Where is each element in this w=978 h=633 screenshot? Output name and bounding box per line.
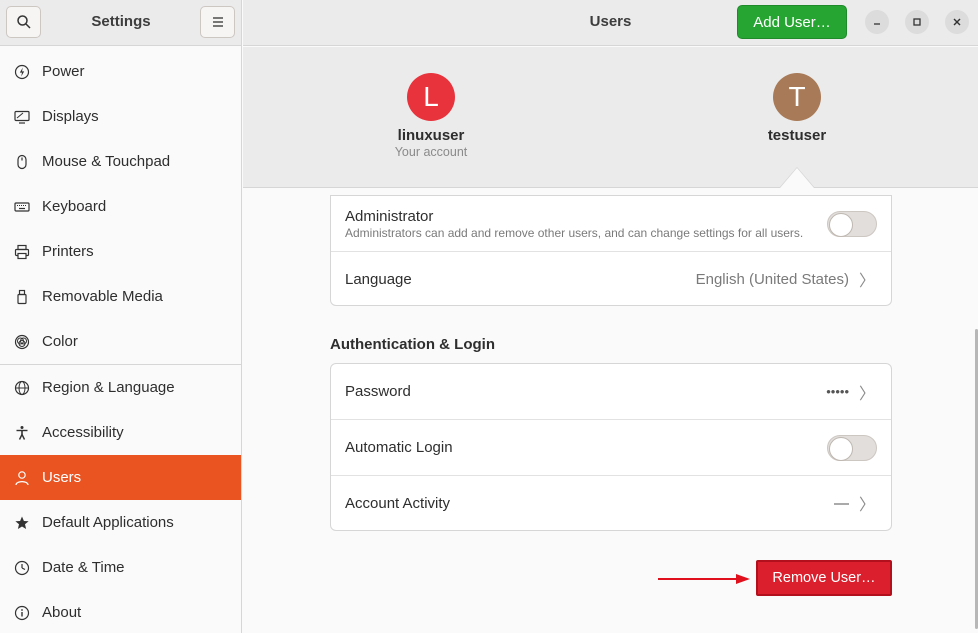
hamburger-menu-icon [212, 17, 223, 27]
avatar: L [407, 73, 455, 121]
account-panel: Administrator Administrators can add and… [330, 195, 892, 306]
sidebar: Settings Power Displays Mouse & Touchpad… [0, 0, 242, 633]
selection-pointer [780, 168, 814, 188]
user-card-linuxuser[interactable]: L linuxuser Your account [351, 73, 511, 159]
main-header: Users Add User… [243, 0, 978, 46]
sidebar-item-users[interactable]: Users [0, 455, 241, 500]
star-icon [14, 515, 30, 531]
close-button[interactable] [945, 10, 969, 34]
account-activity-label: Account Activity [345, 494, 451, 512]
sidebar-item-label: Printers [42, 243, 94, 260]
sidebar-item-label: Accessibility [42, 424, 124, 441]
sidebar-item-about[interactable]: About [0, 590, 241, 633]
sidebar-item-power[interactable]: Power [0, 49, 241, 94]
maximize-button[interactable] [905, 10, 929, 34]
chevron-right-icon: 〉 [858, 497, 875, 514]
language-value: English (United States) [695, 270, 849, 288]
sidebar-item-mouse-touchpad[interactable]: Mouse & Touchpad [0, 139, 241, 184]
menu-button[interactable] [200, 6, 235, 38]
authentication-panel: Password ••••• 〉 Automatic Login Account… [330, 363, 892, 531]
sidebar-item-label: Color [42, 333, 78, 350]
account-activity-value: — [834, 494, 849, 512]
sidebar-item-label: Region & Language [42, 379, 175, 396]
user-subtitle: Your account [394, 145, 468, 159]
sidebar-item-default-applications[interactable]: Default Applications [0, 500, 241, 545]
mouse-icon [14, 154, 30, 170]
language-row[interactable]: Language English (United States) 〉 [331, 251, 891, 306]
close-icon [953, 18, 961, 26]
sidebar-item-displays[interactable]: Displays [0, 94, 241, 139]
sidebar-item-removable-media[interactable]: Removable Media [0, 274, 241, 319]
user-name: testuser [767, 127, 827, 144]
account-activity-row[interactable]: Account Activity — 〉 [331, 475, 891, 530]
sidebar-item-region-language[interactable]: Region & Language [0, 365, 241, 410]
sidebar-header: Settings [0, 0, 241, 46]
sidebar-item-keyboard[interactable]: Keyboard [0, 184, 241, 229]
add-user-button[interactable]: Add User… [737, 5, 847, 39]
info-icon [14, 605, 30, 621]
user-carousel: L linuxuser Your account T testuser [243, 47, 978, 188]
minimize-button[interactable] [865, 10, 889, 34]
password-value: ••••• [826, 384, 849, 399]
chevron-right-icon: 〉 [858, 273, 875, 290]
annotation-arrow [658, 574, 750, 584]
user-details-content: Administrator Administrators can add and… [243, 189, 978, 633]
administrator-row: Administrator Administrators can add and… [331, 196, 891, 251]
sidebar-list: Power Displays Mouse & Touchpad Keyboard… [0, 49, 241, 633]
administrator-label: Administrator [345, 207, 434, 225]
users-icon [14, 470, 30, 486]
usb-drive-icon [14, 289, 30, 305]
automatic-login-toggle[interactable] [827, 434, 877, 461]
sidebar-item-label: Displays [42, 108, 99, 125]
power-icon [14, 64, 30, 80]
sidebar-item-label: Keyboard [42, 198, 107, 215]
maximize-icon [913, 18, 921, 26]
minimize-icon [874, 23, 880, 25]
sidebar-item-label: Power [42, 63, 85, 80]
automatic-login-row: Automatic Login [331, 419, 891, 475]
sidebar-item-color[interactable]: Color [0, 319, 241, 364]
chevron-right-icon: 〉 [858, 385, 875, 403]
keyboard-icon [14, 199, 30, 215]
printer-icon [14, 244, 30, 260]
sidebar-item-label: Default Applications [42, 514, 174, 531]
automatic-login-label: Automatic Login [345, 439, 453, 456]
sidebar-item-accessibility[interactable]: Accessibility [0, 410, 241, 455]
password-row[interactable]: Password ••••• 〉 [331, 364, 891, 419]
password-label: Password [345, 383, 411, 400]
color-icon [14, 334, 30, 350]
sidebar-item-date-time[interactable]: Date & Time [0, 545, 241, 590]
user-card-testuser[interactable]: T testuser [717, 73, 877, 144]
sidebar-item-label: Removable Media [42, 288, 163, 305]
sidebar-item-label: Mouse & Touchpad [42, 153, 171, 170]
section-title: Authentication & Login [330, 336, 495, 353]
sidebar-item-printers[interactable]: Printers [0, 229, 241, 274]
administrator-toggle[interactable] [827, 210, 877, 237]
avatar: T [773, 73, 821, 121]
sidebar-item-label: Users [42, 469, 82, 486]
globe-icon [14, 380, 30, 396]
remove-user-button[interactable]: Remove User… [756, 560, 892, 596]
administrator-description: Administrators can add and remove other … [345, 225, 804, 240]
language-label: Language [345, 270, 412, 288]
display-icon [14, 109, 30, 125]
sidebar-item-label: Date & Time [42, 559, 125, 576]
user-name: linuxuser [397, 127, 465, 144]
accessibility-icon [14, 425, 30, 441]
clock-icon [14, 560, 30, 576]
sidebar-item-label: About [42, 604, 82, 621]
